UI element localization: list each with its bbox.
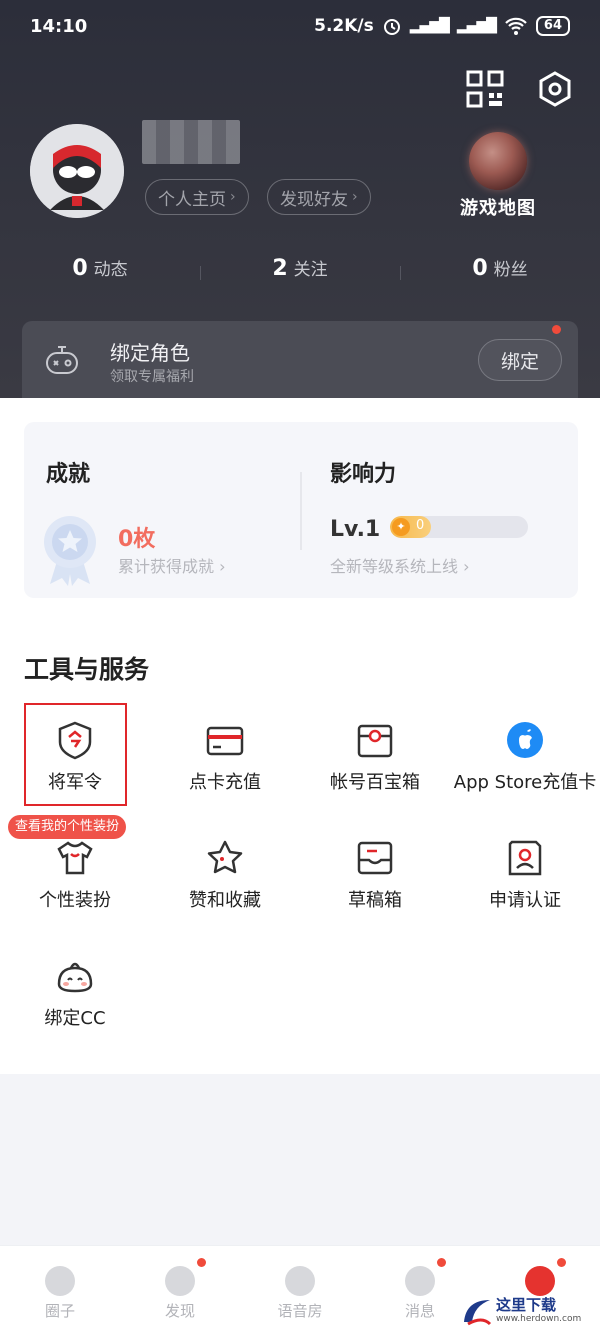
stats-row: 0 动态 2 关注 0 粉丝 (0, 255, 600, 281)
bind-role-subtitle: 领取专属福利 (110, 369, 194, 385)
wifi-icon (505, 17, 527, 35)
achievement-card: 成就 0枚 累计获得成就 › 影响力 Lv.1 ✦ 0 全新等级系统上线 › (24, 422, 578, 598)
achievement-link[interactable]: 累计获得成就 › (118, 553, 226, 577)
nickname-blurred (142, 120, 240, 164)
cc-mascot-icon (57, 962, 93, 993)
chevron-right-icon: › (463, 557, 470, 576)
signal-icon: ▂▄▆█ (409, 18, 450, 34)
influence-level: Lv.1 (330, 517, 381, 542)
notification-dot (557, 1258, 566, 1267)
status-time: 14:10 (30, 15, 88, 37)
watermark-logo-icon (464, 1300, 492, 1326)
qr-code-icon[interactable] (466, 70, 504, 108)
influence-title: 影响力 (330, 462, 397, 487)
tooltip-dressup: 查看我的个性装扮 (8, 815, 127, 839)
game-map-button[interactable]: 游戏地图 (440, 132, 556, 220)
tools-section-title: 工具与服务 (24, 655, 150, 684)
card-icon (206, 726, 244, 756)
tool-app-store-card[interactable]: App Store充值卡 (450, 720, 600, 794)
tool-drafts[interactable]: 草稿箱 (300, 838, 450, 912)
achievement-title: 成就 (46, 462, 91, 487)
nav-voice-room[interactable]: 语音房 (240, 1246, 360, 1333)
notification-dot (197, 1258, 206, 1267)
divider (400, 266, 401, 280)
bind-role-title: 绑定角色 (110, 341, 190, 365)
highlight-box (24, 703, 127, 806)
battery-icon: 64 (535, 16, 570, 36)
notification-dot (552, 325, 561, 334)
chevron-right-icon: › (219, 557, 226, 576)
gamepad-icon (46, 346, 78, 374)
home-page-button[interactable]: 个人主页 › (145, 179, 249, 215)
influence-link[interactable]: 全新等级系统上线 › (330, 553, 470, 577)
tool-card-recharge[interactable]: 点卡充值 (150, 720, 300, 794)
divider (300, 472, 302, 550)
avatar[interactable] (30, 124, 124, 218)
tool-apply-verification[interactable]: 申请认证 (450, 838, 600, 912)
achievement-count: 0枚 (118, 527, 156, 552)
treasure-box-icon (357, 724, 393, 758)
settings-icon[interactable] (536, 70, 574, 108)
influence-points: 0 (416, 518, 425, 533)
draft-box-icon (357, 841, 393, 875)
tshirt-icon (57, 841, 93, 875)
status-bar: 14:10 5.2K/s ▂▄▆█ ▂▄▆█ 64 (30, 12, 570, 40)
divider (200, 266, 201, 280)
find-friends-button[interactable]: 发现好友 › (267, 179, 371, 215)
stat-following[interactable]: 2 关注 (200, 255, 400, 281)
network-speed: 5.2K/s (314, 16, 374, 36)
bind-button[interactable]: 绑定 (478, 339, 562, 381)
stat-fans[interactable]: 0 粉丝 (400, 255, 600, 281)
message-icon (405, 1266, 435, 1296)
app-store-icon (507, 722, 543, 758)
profile-header: 14:10 5.2K/s ▂▄▆█ ▂▄▆█ 64 个人主页 › 发现好友 › … (0, 0, 600, 398)
verify-id-icon (508, 840, 542, 876)
ninja-avatar-icon (30, 124, 124, 218)
signal-icon: ▂▄▆█ (456, 18, 497, 34)
nav-circle[interactable]: 圈子 (0, 1246, 120, 1333)
star-icon (207, 840, 243, 874)
microphone-icon (285, 1266, 315, 1296)
bind-role-card[interactable]: 绑定角色 领取专属福利 绑定 (22, 321, 578, 398)
tool-account-treasure-box[interactable]: 帐号百宝箱 (300, 720, 450, 794)
planet-icon (165, 1266, 195, 1296)
tool-bind-cc[interactable]: 绑定CC (0, 956, 150, 1030)
alarm-icon (383, 19, 400, 35)
circle-god-icon (45, 1266, 75, 1296)
nav-discover[interactable]: 发现 (120, 1246, 240, 1333)
coin-icon: ✦ (392, 518, 410, 536)
influence-progress-bar: ✦ 0 (390, 516, 528, 538)
chevron-right-icon: › (230, 189, 236, 205)
notification-dot (437, 1258, 446, 1267)
medal-icon (44, 516, 96, 586)
chevron-right-icon: › (352, 189, 358, 205)
tool-dress-up[interactable]: 个性装扮 (0, 838, 150, 912)
tool-likes-favorites[interactable]: 赞和收藏 (150, 838, 300, 912)
stat-posts[interactable]: 0 动态 (0, 255, 200, 281)
planet-icon (469, 132, 527, 190)
watermark: 这里下载 www.herdown.com (460, 1292, 590, 1330)
